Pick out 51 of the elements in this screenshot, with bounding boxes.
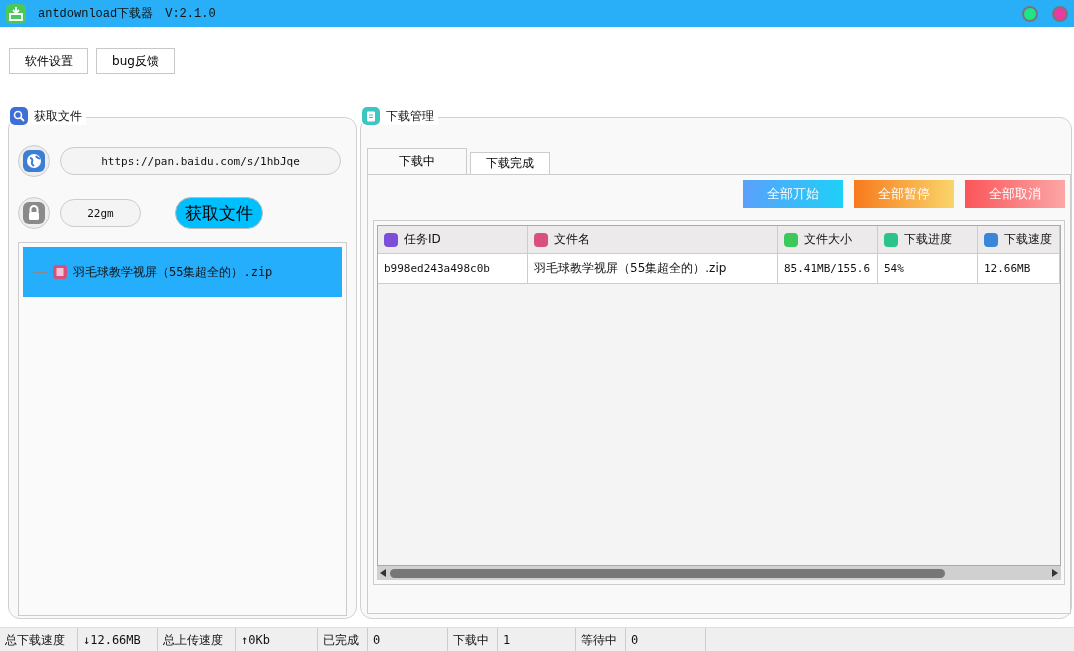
column-icon: [784, 232, 798, 247]
toolbar-button[interactable]: 软件设置: [9, 48, 88, 74]
tab[interactable]: 下载完成: [470, 152, 550, 174]
status-value: ↓12.66MB: [78, 628, 158, 651]
lock-icon: [18, 197, 50, 229]
panel-title: 下载管理: [386, 107, 434, 125]
toolbar-button[interactable]: bug反馈: [96, 48, 175, 74]
column-header[interactable]: 下载进度: [878, 226, 978, 254]
status-label: 总上传速度: [158, 628, 236, 651]
column-header[interactable]: 文件大小: [778, 226, 878, 254]
header-label: 任务ID: [404, 231, 441, 248]
status-value: 0: [368, 628, 448, 651]
code-field[interactable]: 22gm: [60, 199, 141, 227]
scroll-left-icon[interactable]: [380, 569, 386, 577]
column-icon: [384, 232, 398, 247]
column-icon: [884, 232, 898, 247]
status-label: 等待中: [576, 628, 626, 651]
table-cell: 85.41MB/155.6: [778, 254, 878, 284]
table-cell: 羽毛球教学视屏（55集超全的）.zip: [528, 254, 778, 284]
download-box-icon: [6, 3, 26, 24]
close-button[interactable]: [1052, 5, 1068, 22]
header-label: 文件名: [554, 231, 590, 248]
url-field[interactable]: https://pan.baidu.com/s/1hbJqe: [60, 147, 341, 175]
column-icon: [534, 232, 548, 247]
header-label: 文件大小: [804, 231, 852, 248]
file-item[interactable]: 羽毛球教学视屏（55集超全的）.zip: [23, 247, 342, 297]
status-value: 1: [498, 628, 576, 651]
table-cell: 54%: [878, 254, 978, 284]
maximize-button[interactable]: [1022, 5, 1038, 22]
fetch-button[interactable]: 获取文件: [175, 197, 263, 229]
tab[interactable]: 下载中: [367, 148, 467, 174]
column-header[interactable]: 文件名: [528, 226, 778, 254]
header-label: 下载进度: [904, 231, 952, 248]
status-value: 0: [626, 628, 706, 651]
status-value: ↑0Kb: [236, 628, 318, 651]
globe-icon: [18, 145, 50, 177]
scroll-right-icon[interactable]: [1052, 569, 1058, 577]
window-title: antdownload下载器: [38, 6, 154, 22]
column-header[interactable]: 下载速度: [978, 226, 1060, 254]
status-label: 已完成: [318, 628, 368, 651]
status-label: 下载中: [448, 628, 498, 651]
file-icon: [53, 265, 67, 279]
version-label: V:2.1.0: [165, 6, 216, 21]
table-cell: b998ed243a498c0b: [378, 254, 528, 284]
column-header[interactable]: 任务ID: [378, 226, 528, 254]
horizontal-scrollbar[interactable]: [377, 566, 1061, 580]
table-cell: 12.66MB: [978, 254, 1060, 284]
panel-title: 获取文件: [34, 107, 82, 125]
column-icon: [984, 232, 998, 247]
status-label: 总下载速度: [0, 628, 78, 651]
header-label: 下载速度: [1004, 231, 1052, 248]
